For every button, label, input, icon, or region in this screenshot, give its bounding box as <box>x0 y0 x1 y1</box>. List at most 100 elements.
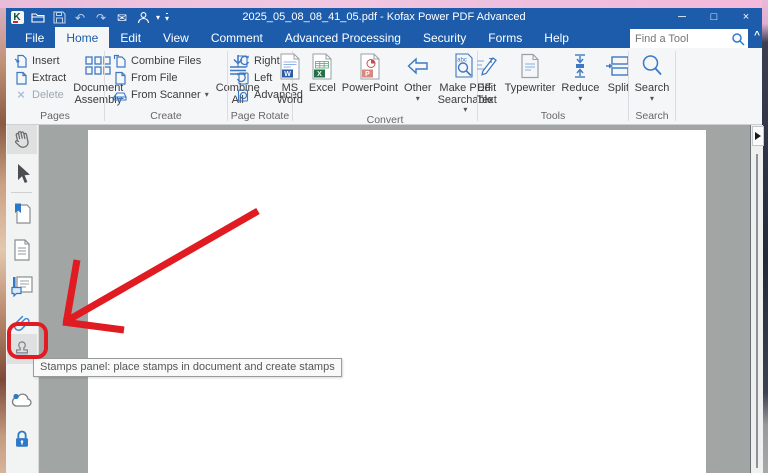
app-window: 2025_05_08_08_41_05.pdf - Kofax Power PD… <box>6 8 762 473</box>
tab-advanced-processing[interactable]: Advanced Processing <box>274 27 412 48</box>
edit-text-button[interactable]: T Edit Text <box>472 50 502 106</box>
bookmark-page-icon <box>11 202 33 226</box>
reduce-icon <box>571 51 589 81</box>
make-pdf-searchable-caret-icon: ▾ <box>463 106 467 113</box>
panel-bar-divider <box>11 192 32 193</box>
open-file-icon[interactable] <box>30 10 46 26</box>
email-icon[interactable]: ✉ <box>114 10 130 26</box>
convert-excel-button[interactable]: X Excel <box>306 50 339 95</box>
save-icon[interactable] <box>51 10 67 26</box>
paperclip-icon <box>11 312 33 332</box>
group-separator <box>675 51 676 121</box>
group-convert: W MS Word X Excel P PowerPoint <box>293 48 477 124</box>
document-canvas <box>38 125 750 473</box>
tab-home[interactable]: Home <box>55 27 109 48</box>
delete-x-icon: × <box>14 87 28 102</box>
tab-security[interactable]: Security <box>412 27 477 48</box>
quick-access-toolbar: K ↶ ↷ ✉ ▾ ▾ <box>9 8 169 27</box>
tab-comment[interactable]: Comment <box>200 27 274 48</box>
triangle-right-icon <box>755 132 761 140</box>
other-caret-icon: ▾ <box>416 95 420 102</box>
desktop-background-top <box>0 0 768 8</box>
from-scanner-button[interactable]: From Scanner ▾ <box>111 86 211 103</box>
group-search: Search ▾ Search <box>629 48 675 124</box>
pdf-page[interactable] <box>88 130 706 473</box>
search-magnifier-icon <box>640 51 664 81</box>
document-area <box>6 125 762 473</box>
left-arrow-icon <box>407 51 429 81</box>
ms-word-icon: W <box>279 51 301 81</box>
tab-forms[interactable]: Forms <box>477 27 533 48</box>
comments-icon <box>10 275 34 297</box>
hand-icon <box>9 126 35 152</box>
expand-panel-button[interactable] <box>752 126 764 146</box>
stamp-icon <box>11 337 33 361</box>
combine-files-button[interactable]: Combine Files <box>111 52 211 69</box>
search-caret-icon: ▾ <box>650 95 654 102</box>
maximize-button[interactable]: □ <box>698 8 730 27</box>
stamps-tooltip: Stamps panel: place stamps in document a… <box>33 358 342 377</box>
attachments-panel[interactable] <box>7 307 37 336</box>
convert-powerpoint-button[interactable]: P PowerPoint <box>339 50 401 95</box>
collapse-ribbon-icon[interactable]: ^ <box>754 30 760 41</box>
app-logo-icon[interactable]: K <box>9 10 25 26</box>
tab-edit[interactable]: Edit <box>109 27 152 48</box>
hand-pan-tool[interactable] <box>7 125 37 154</box>
ribbon-home: Insert Extract × Delete Document <box>6 48 762 125</box>
customize-qat-icon[interactable]: ▾ <box>165 12 169 23</box>
bookmarks-panel[interactable] <box>7 199 37 228</box>
vertical-scrollbar[interactable] <box>756 154 758 468</box>
svg-text:T: T <box>489 58 494 65</box>
group-label-search: Search <box>629 109 675 124</box>
svg-text:P: P <box>365 71 370 78</box>
tab-file[interactable]: File <box>14 27 55 48</box>
powerpoint-icon: P <box>359 51 381 81</box>
group-label-pages: Pages <box>6 109 104 124</box>
insert-pages-button[interactable]: Insert <box>12 52 68 69</box>
tab-view[interactable]: View <box>152 27 200 48</box>
extract-pages-button[interactable]: Extract <box>12 69 68 86</box>
svg-text:W: W <box>284 71 291 78</box>
excel-icon: X <box>311 51 333 81</box>
group-tools: T Edit Text Typewriter Reduce ▾ <box>478 48 628 124</box>
right-panel-strip <box>750 125 763 473</box>
comments-panel[interactable] <box>7 271 37 300</box>
from-file-button[interactable]: From File <box>111 69 211 86</box>
minimize-button[interactable]: ─ <box>666 8 698 27</box>
edit-text-icon: T <box>475 51 499 81</box>
cloud-icon <box>10 388 34 410</box>
cloud-panel[interactable] <box>7 384 37 413</box>
reduce-caret-icon: ▾ <box>578 95 582 102</box>
close-button[interactable]: × <box>730 8 762 27</box>
find-a-tool-box <box>630 29 748 48</box>
convert-other-button[interactable]: Other ▾ <box>401 50 435 102</box>
window-controls: ─ □ × <box>666 8 762 27</box>
find-a-tool-input[interactable] <box>631 33 731 45</box>
redo-icon[interactable]: ↷ <box>93 10 109 26</box>
cursor-icon <box>12 163 32 185</box>
user-account-icon[interactable] <box>135 10 151 26</box>
svg-text:X: X <box>317 71 322 78</box>
from-scanner-caret-icon: ▾ <box>205 91 209 98</box>
convert-ms-word-button[interactable]: W MS Word <box>274 50 306 106</box>
group-label-tools: Tools <box>478 109 628 124</box>
reduce-button[interactable]: Reduce ▾ <box>558 50 602 102</box>
user-dropdown-caret-icon[interactable]: ▾ <box>156 13 160 22</box>
group-label-page-rotate: Page Rotate <box>228 109 292 124</box>
undo-icon[interactable]: ↶ <box>72 10 88 26</box>
typewriter-icon <box>519 51 541 81</box>
security-panel[interactable] <box>7 424 37 453</box>
pages-panel[interactable] <box>7 235 37 264</box>
search-icon[interactable] <box>731 32 745 46</box>
pages-icon <box>11 238 33 262</box>
typewriter-button[interactable]: Typewriter <box>502 50 559 95</box>
group-create: Combine Files From File From Scanner ▾ <box>105 48 227 124</box>
title-bar: 2025_05_08_08_41_05.pdf - Kofax Power PD… <box>6 8 762 27</box>
group-label-create: Create <box>105 109 227 124</box>
ribbon-tab-bar: File Home Edit View Comment Advanced Pro… <box>6 27 762 48</box>
tab-help[interactable]: Help <box>533 27 580 48</box>
search-button[interactable]: Search ▾ <box>632 50 673 102</box>
panel-bar <box>6 125 39 473</box>
select-tool[interactable] <box>7 159 37 188</box>
delete-pages-button: × Delete <box>12 86 68 103</box>
